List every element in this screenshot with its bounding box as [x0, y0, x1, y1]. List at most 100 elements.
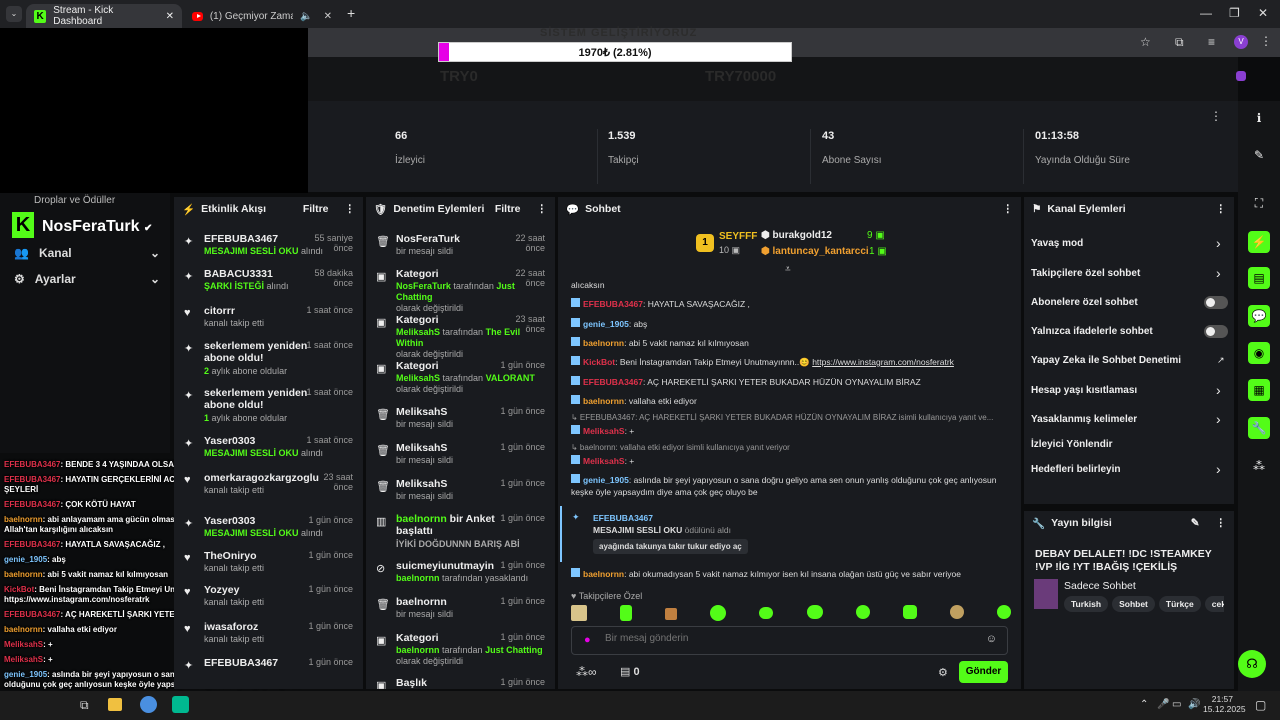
- toggle-switch[interactable]: [1204, 296, 1228, 309]
- mic-tray-icon[interactable]: 🎤: [1157, 699, 1169, 710]
- layout-icon[interactable]: ▦: [1248, 379, 1270, 401]
- extensions-icon[interactable]: ⧉: [1175, 35, 1184, 50]
- channel-action-item[interactable]: Yalnızca ifadelerle sohbet: [1031, 326, 1153, 337]
- network-icon[interactable]: ▭: [1172, 699, 1181, 710]
- tab-search-icon[interactable]: ⌄: [6, 6, 22, 22]
- chat-message[interactable]: EFEBUBA3467: AÇ HAREKETLİ ŞARKI YETER BU…: [571, 376, 921, 387]
- app-icon[interactable]: [172, 696, 189, 713]
- kebab-icon[interactable]: ⋮: [1216, 203, 1227, 215]
- new-tab-icon[interactable]: +: [347, 5, 355, 21]
- notification-icon[interactable]: ▢: [1255, 698, 1266, 712]
- chevron-right-icon[interactable]: ›: [1216, 235, 1221, 251]
- chat-message[interactable]: genie_1905: abş: [571, 318, 647, 329]
- tag[interactable]: cekilis: [1204, 596, 1224, 612]
- close-tab-icon[interactable]: ✕: [166, 11, 174, 22]
- points-icon[interactable]: ⁂∞: [576, 665, 597, 679]
- quick-action-icon[interactable]: ⚡: [1248, 231, 1270, 253]
- chevron-right-icon[interactable]: ›: [1216, 461, 1221, 477]
- emote-icon[interactable]: [759, 607, 774, 619]
- emote-icon[interactable]: [665, 608, 678, 620]
- speaker-icon[interactable]: 🔈: [300, 11, 312, 22]
- chat-message[interactable]: baelnornn: abi okumadıysan 5 vakit namaz…: [571, 568, 961, 579]
- browser-icon[interactable]: [140, 696, 157, 713]
- chat-message[interactable]: ↳ EFEBUBA3467: AÇ HAREKETLİ ŞARKI YETER …: [571, 413, 993, 422]
- emote-icon[interactable]: [949, 605, 964, 619]
- tag[interactable]: Sohbet: [1112, 596, 1155, 612]
- chat-message[interactable]: keşke öyle yapsaydım diye ama çok geç ol…: [571, 487, 758, 497]
- tray-chevron-icon[interactable]: ⌃: [1140, 699, 1148, 710]
- media-icon[interactable]: ≡: [1208, 35, 1215, 49]
- edit-icon[interactable]: ✎: [1191, 517, 1200, 529]
- close-window-icon[interactable]: ✕: [1258, 6, 1268, 20]
- emote-icon[interactable]: [902, 605, 917, 619]
- chat-settings-icon[interactable]: ⚙: [938, 666, 948, 679]
- channel-action-item[interactable]: Takipçilere özel sohbet: [1031, 268, 1140, 279]
- emote-icon[interactable]: [806, 605, 823, 619]
- chat-message[interactable]: EFEBUBA3467: HAYATLA SAVAŞACAĞIZ ,: [571, 298, 750, 309]
- connections-icon[interactable]: ⁂: [1250, 457, 1268, 475]
- kebab-icon[interactable]: ⋮: [1003, 203, 1014, 215]
- bookmark-star-icon[interactable]: ☆: [1140, 35, 1151, 49]
- restore-icon[interactable]: ❐: [1229, 6, 1240, 20]
- channel-name[interactable]: NosFeraTurk ✔: [42, 218, 152, 236]
- channel-action-item[interactable]: Abonelere özel sohbet: [1031, 297, 1138, 308]
- tag[interactable]: Türkçe: [1158, 596, 1201, 612]
- broadcast-icon[interactable]: ◉: [1248, 342, 1270, 364]
- toggle-switch[interactable]: [1204, 325, 1228, 338]
- channel-action-item[interactable]: İzleyici Yönlendir: [1031, 439, 1113, 450]
- chat-message[interactable]: ↳ baelnornn: vallaha etki ediyor isimli …: [571, 443, 790, 452]
- chevron-right-icon[interactable]: ›: [1216, 265, 1221, 281]
- profile-avatar[interactable]: V: [1234, 35, 1248, 49]
- clock[interactable]: 21:57 15.12.2025: [1203, 694, 1246, 714]
- kebab-icon[interactable]: ⋮: [345, 203, 356, 215]
- chat-message[interactable]: genie_1905: aslında bir şeyi yapıyosun o…: [571, 474, 996, 485]
- browser-menu-icon[interactable]: ⋮: [1260, 34, 1272, 48]
- nav-item-ayarlar[interactable]: ⚙ Ayarlar ⌄: [14, 272, 160, 286]
- external-icon[interactable]: ↗: [1217, 355, 1225, 366]
- support-icon[interactable]: ☊: [1238, 650, 1266, 678]
- screen-icon[interactable]: ⛶: [1250, 194, 1268, 212]
- chat-link[interactable]: https://www.instagram.com/nosferatrk: [812, 357, 954, 367]
- emote-icon[interactable]: [620, 605, 633, 621]
- chat-input-box[interactable]: ● ☺: [571, 626, 1008, 655]
- nav-partial-item[interactable]: Droplar ve Ödüller: [34, 195, 115, 206]
- channel-action-item[interactable]: Yavaş mod: [1031, 238, 1083, 249]
- user-avatar[interactable]: [1236, 71, 1246, 81]
- chat-message[interactable]: baelnornn: vallaha etki ediyor: [571, 395, 697, 406]
- chat-icon[interactable]: 💬: [1248, 305, 1270, 327]
- emote-icon[interactable]: [855, 605, 870, 619]
- info-icon[interactable]: ℹ: [1250, 109, 1268, 127]
- minimize-icon[interactable]: —: [1200, 6, 1212, 20]
- clipboard-icon[interactable]: ▤: [1248, 267, 1270, 289]
- pin-toggle-icon[interactable]: ⩡: [785, 264, 791, 275]
- chat-message[interactable]: alıcaksın: [571, 280, 605, 290]
- tag[interactable]: Turkish: [1064, 596, 1109, 612]
- chat-message[interactable]: KickBot: Beni İnstagramdan Takip Etmeyi …: [571, 356, 954, 368]
- mic-icon[interactable]: ●: [584, 634, 591, 646]
- wrench-icon[interactable]: 🔧: [1248, 417, 1270, 439]
- chat-message[interactable]: baelnornn: abi 5 vakit namaz kıl kılmıyo…: [571, 337, 749, 348]
- kebab-icon[interactable]: ⋮: [1216, 517, 1227, 529]
- pen-icon[interactable]: ✎: [1250, 146, 1268, 164]
- chevron-right-icon[interactable]: ›: [1216, 382, 1221, 398]
- channel-action-item[interactable]: Yapay Zeka ile Sohbet Denetimi: [1031, 355, 1181, 366]
- category-name[interactable]: Sadece Sohbet: [1064, 580, 1136, 592]
- kebab-icon[interactable]: ⋮: [537, 203, 548, 215]
- tab-youtube[interactable]: (1) Geçmiyor Zaman - YouT 🔈 ✕: [184, 4, 340, 28]
- emote-icon[interactable]: [710, 605, 727, 621]
- volume-icon[interactable]: 🔊: [1188, 699, 1200, 710]
- channel-action-item[interactable]: Hesap yaşı kısıtlaması: [1031, 385, 1137, 396]
- send-button[interactable]: Gönder: [959, 661, 1008, 683]
- nav-item-kanal[interactable]: 👥 Kanal ⌄: [14, 246, 160, 260]
- close-tab-icon[interactable]: ✕: [324, 11, 332, 22]
- task-view-icon[interactable]: ⧉: [80, 698, 89, 713]
- activity-filter-button[interactable]: Filtre: [303, 203, 329, 215]
- chevron-right-icon[interactable]: ›: [1216, 411, 1221, 427]
- moderation-filter-button[interactable]: Filtre: [495, 203, 521, 215]
- gift-count[interactable]: ▤ 0: [620, 665, 640, 678]
- emote-icon[interactable]: [996, 605, 1011, 619]
- tab-kick-dashboard[interactable]: K Stream - Kick Dashboard ✕: [26, 4, 182, 28]
- chat-message[interactable]: MeliksahS: +: [571, 425, 634, 436]
- file-explorer-icon[interactable]: [108, 698, 122, 711]
- emote-icon[interactable]: [571, 605, 587, 621]
